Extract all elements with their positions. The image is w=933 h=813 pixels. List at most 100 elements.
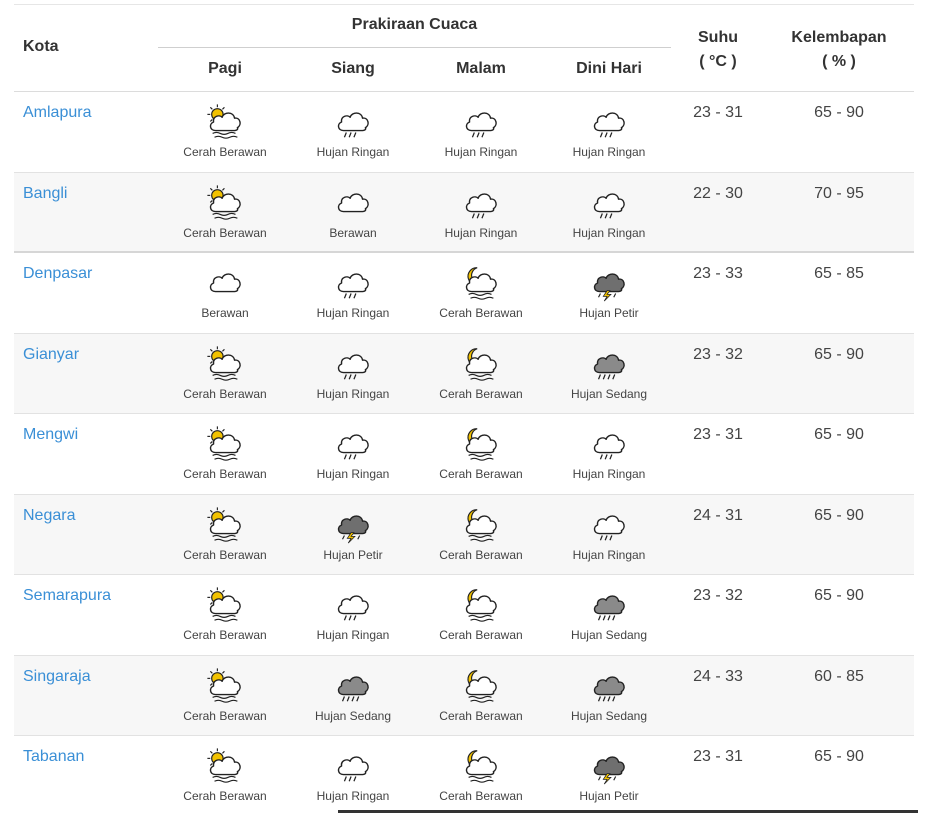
city-link[interactable]: Denpasar (23, 265, 92, 283)
moderate-rain-icon (593, 675, 625, 701)
forecast-cell: Hujan Ringan (289, 424, 417, 481)
forecast-label: Berawan (201, 306, 249, 320)
forecast-label: Cerah Berawan (183, 386, 267, 401)
light-rain-icon (337, 273, 369, 299)
forecast-label: Hujan Ringan (316, 386, 390, 401)
city-link[interactable]: Gianyar (23, 346, 79, 364)
forecast-label: Hujan Ringan (572, 225, 646, 240)
forecast-label: Hujan Ringan (444, 225, 518, 240)
forecast-cell: Hujan Sedang (545, 344, 673, 401)
forecast-label: Cerah Berawan (183, 225, 267, 240)
top-divider (14, 4, 914, 5)
forecast-label: Hujan Ringan (316, 628, 390, 642)
header-dini-hari: Dini Hari (576, 60, 642, 77)
forecast-cell: Hujan Sedang (545, 585, 673, 642)
city-link[interactable]: Semarapura (23, 587, 111, 605)
header-malam: Malam (456, 60, 506, 77)
forecast-cell: Cerah Berawan (417, 505, 545, 562)
forecast-cell: Hujan Ringan (545, 505, 673, 562)
forecast-label: Cerah Berawan (183, 467, 267, 481)
forecast-label: Hujan Ringan (316, 145, 390, 159)
humidity-range: 60 - 85 (814, 667, 864, 685)
humidity-range: 65 - 85 (814, 265, 864, 282)
city-link[interactable]: Amlapura (23, 104, 91, 122)
temperature-range: 24 - 31 (693, 506, 743, 524)
header-kota: Kota (23, 38, 59, 55)
table-row: Bangli Cerah Berawan Berawan Hujan Ringa… (14, 172, 914, 253)
city-link[interactable]: Singaraja (23, 668, 91, 686)
forecast-cell: Cerah Berawan (417, 666, 545, 723)
temperature-range: 22 - 30 (693, 184, 743, 202)
header-suhu-unit: ( °C ) (699, 53, 737, 70)
humidity-range: 65 - 90 (814, 506, 864, 524)
forecast-cell: Hujan Ringan (289, 263, 417, 320)
forecast-label: Hujan Petir (579, 789, 639, 803)
forecast-label: Cerah Berawan (183, 708, 267, 723)
cloudy-icon (209, 273, 241, 293)
partly-cloudy-day-icon (207, 104, 241, 139)
cloudy-icon (337, 192, 369, 212)
partly-cloudy-night-icon (465, 347, 497, 381)
light-rain-icon (465, 112, 497, 138)
forecast-label: Hujan Ringan (444, 145, 518, 159)
moderate-rain-icon (593, 595, 625, 621)
forecast-label: Hujan Sedang (570, 628, 648, 642)
forecast-cell: Hujan Sedang (289, 666, 417, 723)
humidity-range: 65 - 90 (814, 104, 864, 121)
humidity-range: 65 - 90 (814, 748, 864, 765)
city-link[interactable]: Tabanan (23, 748, 84, 766)
partly-cloudy-day-icon (207, 587, 241, 622)
partly-cloudy-day-icon (207, 506, 241, 542)
table-row: Gianyar Cerah Berawan Hujan Ringan Cerah… (14, 333, 914, 414)
header-pagi: Pagi (208, 60, 242, 77)
light-rain-icon (593, 434, 625, 460)
table-row: Mengwi Cerah Berawan Hujan Ringan Cerah … (14, 414, 914, 495)
table-row: Denpasar Berawan Hujan Ringan Cerah Bera… (14, 253, 914, 334)
light-rain-icon (593, 112, 625, 138)
temperature-range: 23 - 32 (693, 345, 743, 363)
partly-cloudy-night-icon (465, 589, 497, 622)
table-row: Singaraja Cerah Berawan Hujan Sedang Cer… (14, 655, 914, 736)
forecast-label: Cerah Berawan (439, 708, 523, 723)
partly-cloudy-night-icon (465, 508, 497, 542)
table-row: Tabanan Cerah Berawan Hujan Ringan Cerah… (14, 736, 914, 813)
moderate-rain-icon (337, 675, 369, 701)
forecast-label: Hujan Ringan (572, 467, 646, 481)
forecast-cell: Hujan Ringan (417, 183, 545, 240)
forecast-label: Hujan Ringan (572, 145, 646, 159)
forecast-label: Hujan Petir (323, 547, 383, 562)
forecast-cell: Cerah Berawan (161, 183, 289, 240)
city-link[interactable]: Bangli (23, 185, 67, 203)
temperature-range: 23 - 31 (693, 104, 743, 121)
city-link[interactable]: Mengwi (23, 426, 78, 444)
forecast-label: Cerah Berawan (439, 306, 523, 320)
header-prakiraan-cuaca: Prakiraan Cuaca (351, 16, 478, 33)
forecast-cell: Cerah Berawan (161, 424, 289, 481)
light-rain-icon (337, 434, 369, 460)
forecast-cell: Hujan Sedang (545, 666, 673, 723)
header-suhu: Suhu ( °C ) (663, 26, 773, 74)
table-row: Semarapura Cerah Berawan Hujan Ringan Ce… (14, 575, 914, 656)
light-rain-icon (593, 514, 625, 540)
humidity-range: 70 - 95 (814, 184, 864, 202)
forecast-cell: Hujan Ringan (417, 102, 545, 159)
humidity-range: 65 - 90 (814, 587, 864, 604)
forecast-label: Cerah Berawan (183, 547, 267, 562)
forecast-label: Cerah Berawan (183, 628, 267, 642)
forecast-cell: Cerah Berawan (161, 666, 289, 723)
thunderstorm-icon (337, 514, 369, 543)
forecast-cell: Hujan Ringan (545, 183, 673, 240)
city-link[interactable]: Negara (23, 507, 75, 525)
light-rain-icon (465, 192, 497, 218)
forecast-cell: Berawan (161, 263, 289, 320)
partly-cloudy-night-icon (465, 428, 497, 461)
forecast-label: Hujan Ringan (316, 306, 390, 320)
forecast-label: Hujan Sedang (570, 708, 648, 723)
forecast-cell: Hujan Petir (289, 505, 417, 562)
forecast-label: Cerah Berawan (439, 386, 523, 401)
forecast-cell: Cerah Berawan (161, 344, 289, 401)
forecast-cell: Cerah Berawan (417, 585, 545, 642)
temperature-range: 23 - 31 (693, 748, 743, 765)
forecast-label: Cerah Berawan (439, 547, 523, 562)
partly-cloudy-night-icon (465, 750, 497, 783)
